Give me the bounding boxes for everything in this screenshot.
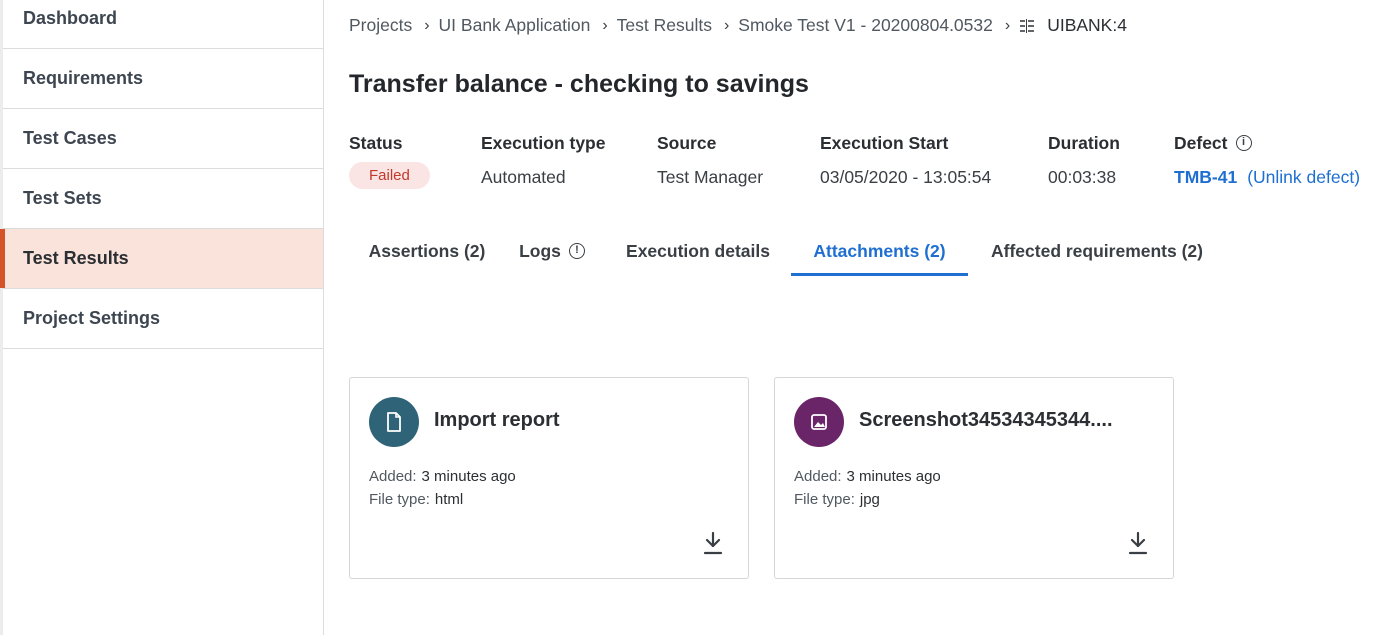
sidebar-item-test-cases[interactable]: Test Cases bbox=[3, 109, 323, 169]
source-field: Source Test Manager bbox=[657, 131, 763, 188]
info-icon[interactable]: i bbox=[1235, 135, 1252, 151]
attachment-file-type: File type: jpg bbox=[794, 491, 880, 508]
breadcrumb: Projects › UI Bank Application › Test Re… bbox=[349, 15, 1127, 36]
tab-assertions[interactable]: Assertions (2) bbox=[349, 236, 505, 276]
chevron-right-icon: › bbox=[424, 16, 430, 34]
tab-execution-details[interactable]: Execution details bbox=[607, 236, 789, 276]
document-icon bbox=[369, 397, 419, 447]
chevron-right-icon: › bbox=[723, 16, 730, 34]
breadcrumb-project[interactable]: UI Bank Application bbox=[439, 15, 591, 36]
sidebar-item-test-sets[interactable]: Test Sets bbox=[3, 169, 323, 229]
result-metadata: Status Failed Execution type Automated S… bbox=[349, 131, 1379, 195]
execution-type-label: Execution type bbox=[481, 132, 606, 153]
unlink-defect-link[interactable]: (Unlink defect) bbox=[1247, 167, 1360, 188]
execution-start-label: Execution Start bbox=[820, 132, 949, 153]
tab-affected-requirements[interactable]: Affected requirements (2) bbox=[971, 236, 1223, 276]
download-icon[interactable] bbox=[702, 530, 724, 556]
execution-start-field: Execution Start 03/05/2020 - 13:05:54 bbox=[820, 131, 991, 188]
chevron-right-icon: › bbox=[1004, 16, 1011, 34]
tab-bar: Assertions (2) Logs ! Execution details … bbox=[349, 236, 1229, 278]
duration-label: Duration bbox=[1048, 132, 1120, 153]
breadcrumb-projects[interactable]: Projects bbox=[349, 15, 412, 36]
sidebar: Dashboard Requirements Test Cases Test S… bbox=[0, 0, 324, 635]
attachment-title[interactable]: Import report bbox=[434, 409, 560, 432]
defect-link[interactable]: TMB-41 bbox=[1174, 167, 1237, 188]
tab-logs-label: Logs bbox=[519, 241, 561, 261]
attachment-card[interactable]: Import report Added: 3 minutes ago File t… bbox=[349, 377, 749, 579]
status-field: Status Failed bbox=[349, 131, 430, 189]
execution-type-value: Automated bbox=[481, 166, 566, 187]
test-result-list-icon bbox=[1019, 18, 1035, 34]
chevron-right-icon: › bbox=[602, 16, 608, 34]
attachment-added: Added: 3 minutes ago bbox=[369, 468, 516, 485]
execution-type-field: Execution type Automated bbox=[481, 131, 605, 188]
duration-value: 00:03:38 bbox=[1048, 166, 1117, 187]
download-icon[interactable] bbox=[1127, 530, 1149, 556]
defect-label: Defect bbox=[1174, 132, 1228, 153]
sidebar-item-test-results[interactable]: Test Results bbox=[0, 229, 323, 289]
sidebar-item-requirements[interactable]: Requirements bbox=[3, 49, 323, 109]
breadcrumb-test-set[interactable]: Smoke Test V1 - 20200804.0532 bbox=[738, 15, 993, 36]
defect-field: Defect i TMB-41 (Unlink defect) bbox=[1174, 131, 1360, 188]
sidebar-item-dashboard[interactable]: Dashboard bbox=[3, 0, 323, 49]
source-label: Source bbox=[657, 132, 717, 153]
execution-start-value: 03/05/2020 - 13:05:54 bbox=[820, 166, 992, 187]
tab-attachments[interactable]: Attachments (2) bbox=[791, 236, 968, 276]
source-value: Test Manager bbox=[657, 166, 764, 187]
attachment-title[interactable]: Screenshot34534345344.... bbox=[859, 409, 1113, 432]
tab-logs[interactable]: Logs ! bbox=[507, 236, 597, 276]
duration-field: Duration 00:03:38 bbox=[1048, 131, 1120, 188]
alert-icon: ! bbox=[568, 243, 585, 259]
sidebar-item-project-settings[interactable]: Project Settings bbox=[3, 289, 323, 349]
image-icon bbox=[794, 397, 844, 447]
status-label: Status bbox=[349, 132, 403, 153]
status-badge: Failed bbox=[349, 161, 430, 189]
attachment-file-type: File type: html bbox=[369, 491, 464, 508]
attachment-added: Added: 3 minutes ago bbox=[794, 468, 941, 485]
breadcrumb-current: UIBANK:4 bbox=[1047, 15, 1127, 35]
attachment-card[interactable]: Screenshot34534345344.... Added: 3 minute… bbox=[774, 377, 1174, 579]
breadcrumb-test-results[interactable]: Test Results bbox=[617, 15, 712, 36]
page-title: Transfer balance - checking to savings bbox=[349, 70, 809, 98]
